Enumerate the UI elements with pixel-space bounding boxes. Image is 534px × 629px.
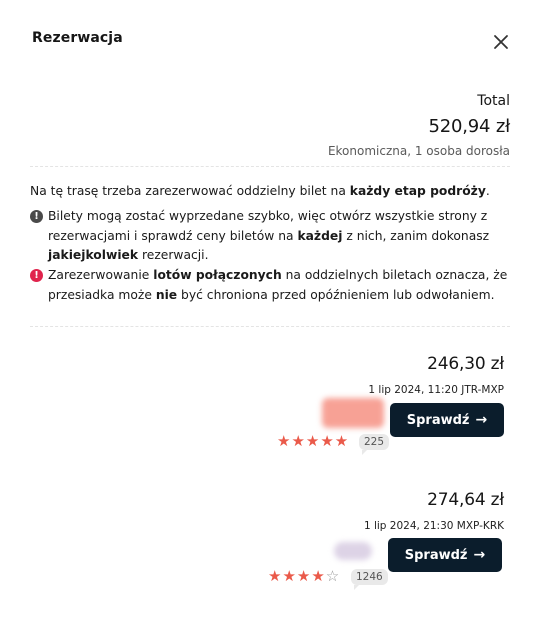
provider-logo <box>334 542 372 560</box>
review-count[interactable]: 225 <box>359 434 390 455</box>
rating-stars: ★★★★☆ <box>268 567 341 585</box>
offer-price: 274,64 zł <box>427 490 504 510</box>
dialog-title: Rezerwacja <box>32 30 123 46</box>
rating-stars: ★★★★★ <box>277 432 350 450</box>
arrow-right-icon: → <box>473 547 486 563</box>
total-price: 520,94 zł <box>428 116 511 137</box>
offer-price: 246,30 zł <box>427 354 504 374</box>
divider <box>30 326 510 327</box>
check-offer-button[interactable]: Sprawdź → <box>388 538 502 572</box>
fare-details: Ekonomiczna, 1 osoba dorosła <box>327 144 510 158</box>
separate-tickets-notice: Na tę trasę trzeba zarezerwować oddzieln… <box>30 184 490 198</box>
info-circle-icon: ! <box>30 210 43 223</box>
offer-flight-info: 1 lip 2024, 11:20 JTR-MXP <box>368 384 504 396</box>
arrow-right-icon: → <box>475 412 488 428</box>
review-count[interactable]: 1246 <box>351 569 388 590</box>
check-offer-button[interactable]: Sprawdź → <box>390 403 504 437</box>
provider-logo <box>322 398 384 428</box>
total-label: Total <box>477 93 510 109</box>
offer-flight-info: 1 lip 2024, 21:30 MXP-KRK <box>363 520 504 532</box>
divider <box>30 166 510 167</box>
alert-circle-icon: ! <box>30 269 43 282</box>
close-icon[interactable] <box>492 33 510 51</box>
